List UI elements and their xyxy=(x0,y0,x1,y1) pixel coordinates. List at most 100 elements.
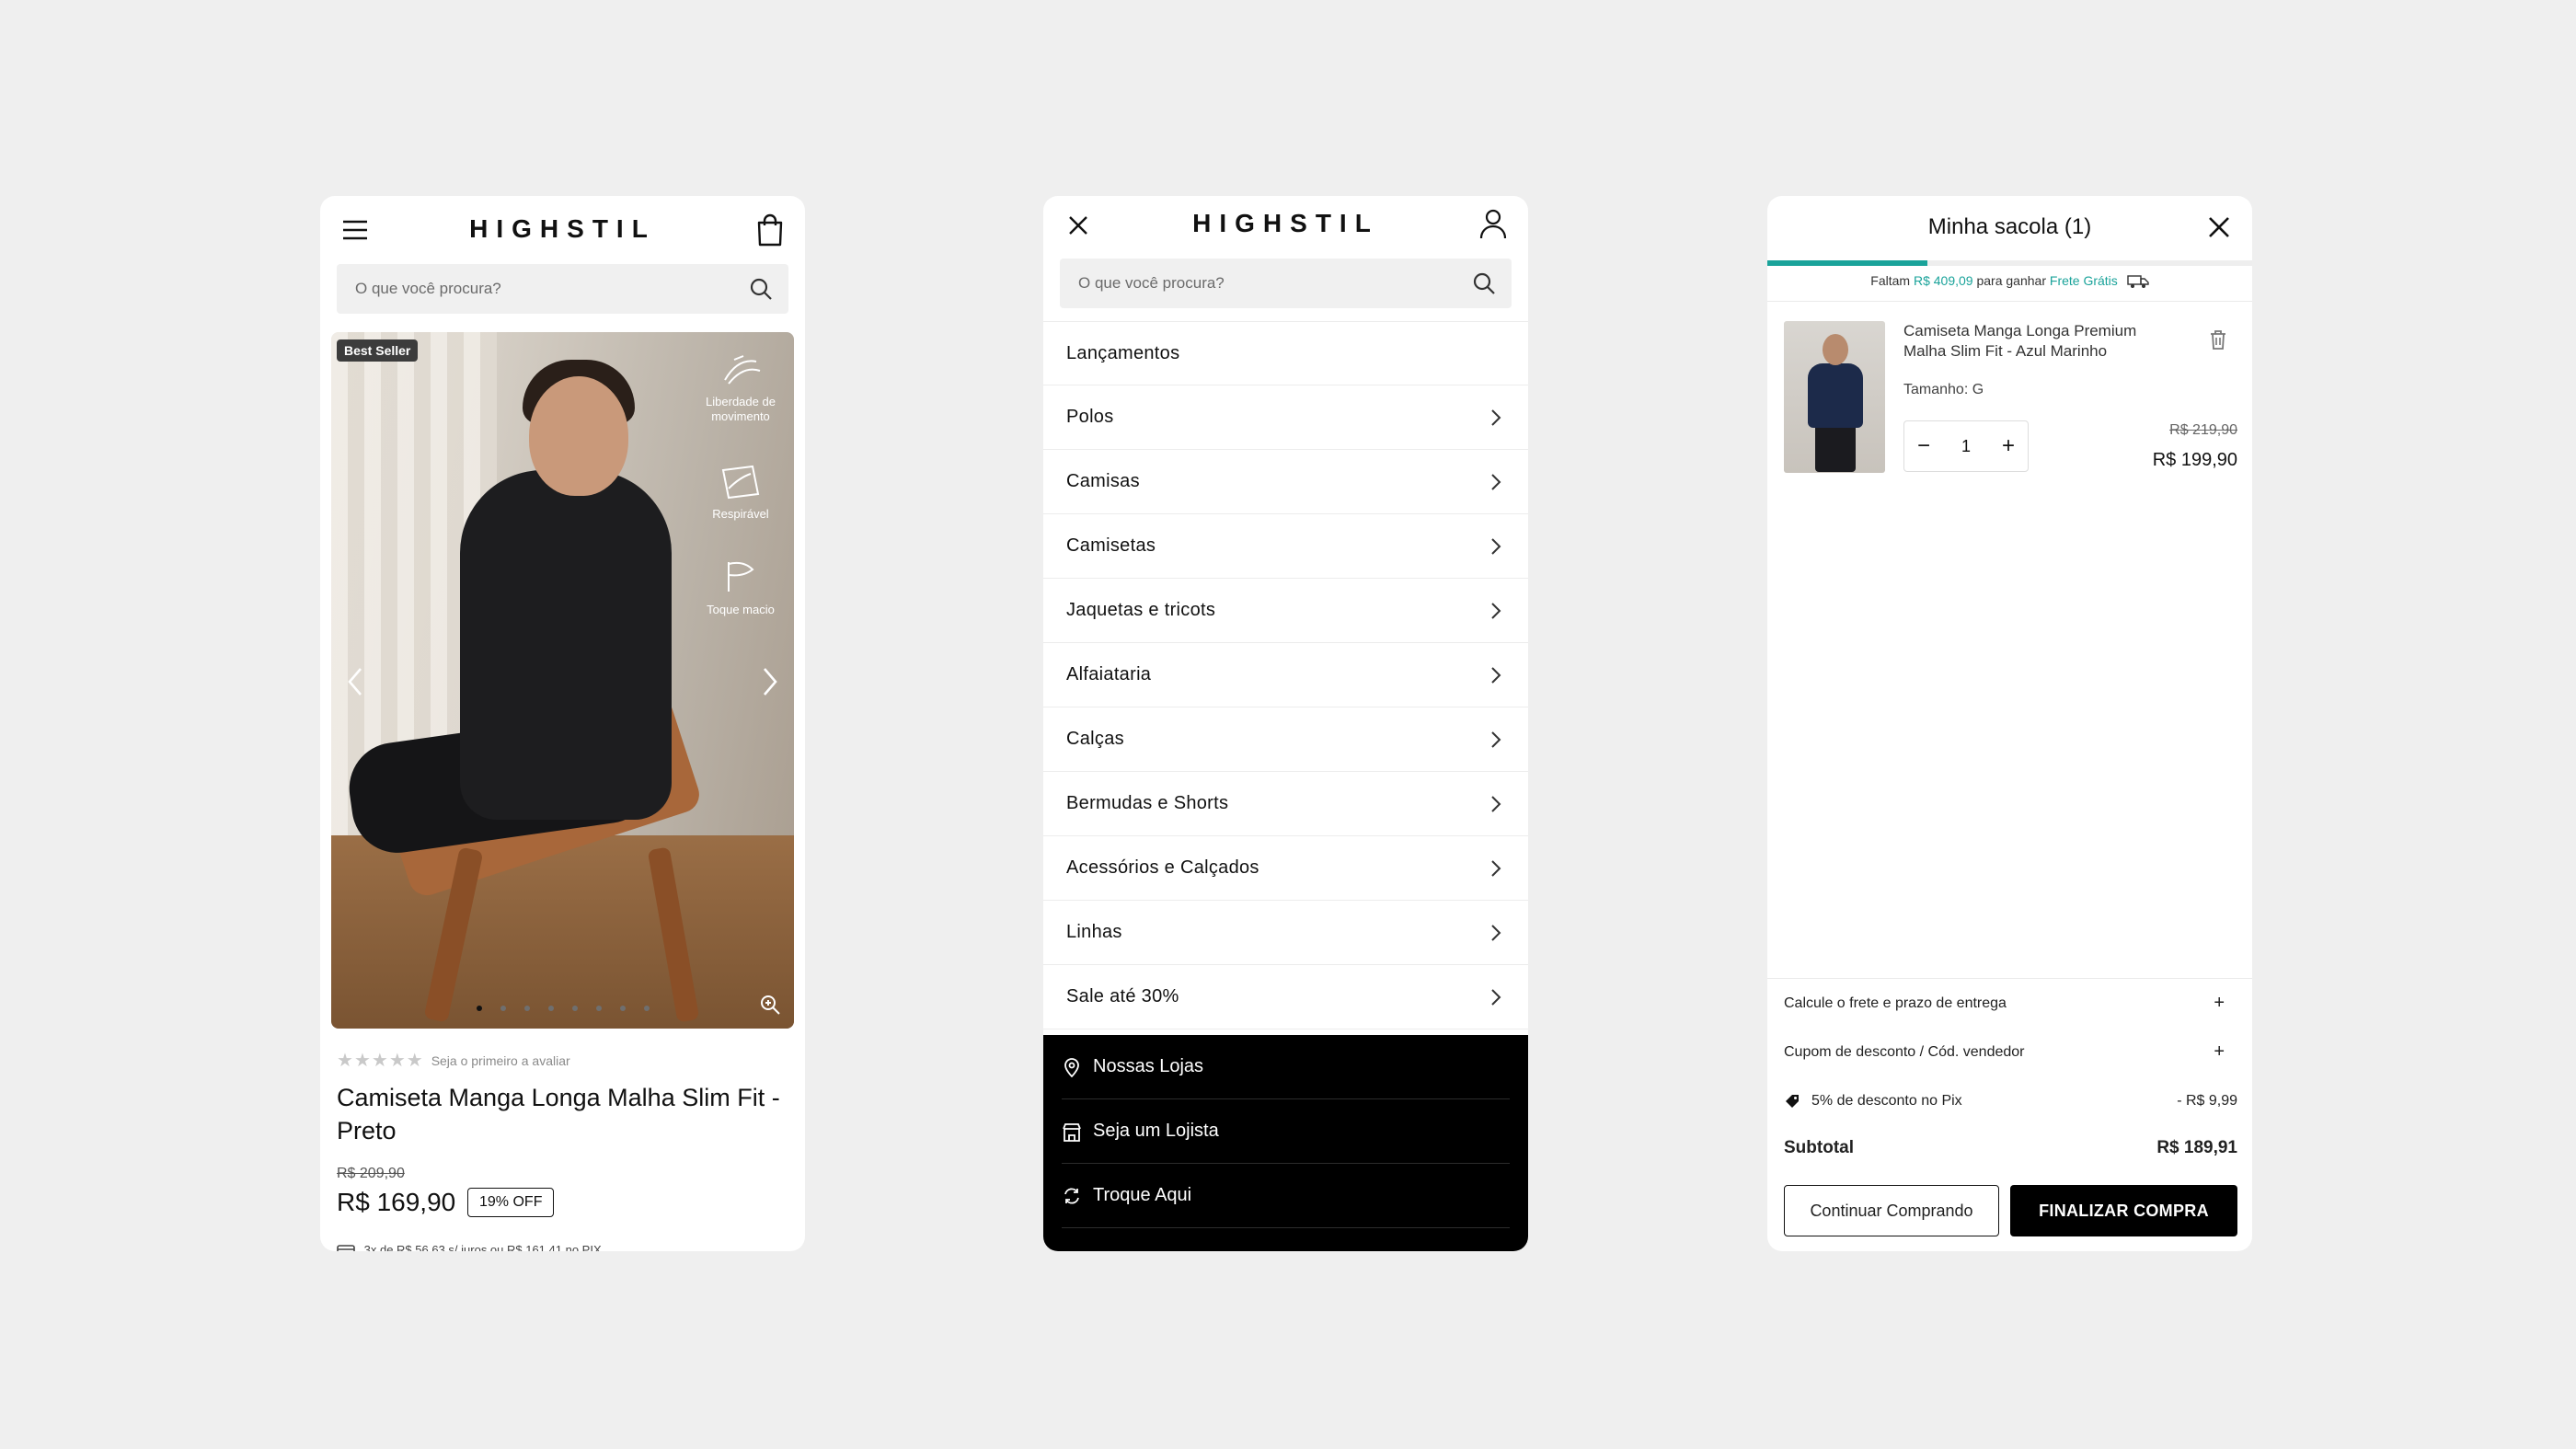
cart-screen: Minha sacola (1) Faltam R$ 409,09 para g… xyxy=(1767,196,2252,1251)
star-icon: ★ xyxy=(337,1051,353,1071)
search-input[interactable] xyxy=(1060,259,1512,308)
cart-item-thumbnail[interactable] xyxy=(1784,321,1885,473)
old-price: R$ 209,90 xyxy=(337,1166,405,1181)
menu-item[interactable]: Linhas xyxy=(1043,901,1528,965)
decrease-quantity-button[interactable]: − xyxy=(1917,433,1930,459)
brand-logo[interactable]: HIGHSTIL xyxy=(1043,209,1528,238)
close-icon[interactable] xyxy=(2204,213,2234,242)
cart-actions: Continuar Comprando FINALIZAR COMPRA xyxy=(1784,1185,2237,1236)
menu-screen: HIGHSTIL Lançamentos Polos Camisas Camiseta… xyxy=(1043,196,1528,1251)
menu-item[interactable]: Lançamentos xyxy=(1043,321,1528,385)
footer-menu-item[interactable]: Seja um Lojista xyxy=(1062,1099,1510,1164)
footer-menu-label: Seja um Lojista xyxy=(1093,1121,1219,1141)
menu-item[interactable]: Bermudas e Shorts xyxy=(1043,772,1528,836)
menu-item-label: Camisetas xyxy=(1066,535,1156,556)
brand-logo[interactable]: HIGHSTIL xyxy=(320,214,805,244)
menu-item-label: Linhas xyxy=(1066,922,1122,942)
exchange-icon xyxy=(1064,1188,1079,1203)
star-icon: ★ xyxy=(388,1051,406,1071)
feature-soft-touch: Toque macio xyxy=(695,557,787,617)
menu-item-label: Polos xyxy=(1066,407,1114,427)
star-icon: ★ xyxy=(371,1051,388,1071)
product-image-carousel[interactable]: Best Seller Liberdade de movimento Respi… xyxy=(331,332,794,1029)
best-seller-badge: Best Seller xyxy=(337,339,419,362)
expand-plus-icon[interactable]: + xyxy=(2214,1041,2225,1063)
footer-menu-item[interactable]: Nossas Lojas xyxy=(1062,1035,1510,1099)
footer-menu-label: Nossas Lojas xyxy=(1093,1056,1204,1076)
pix-discount-value: - R$ 9,99 xyxy=(2177,1092,2237,1109)
discount-badge: 19% OFF xyxy=(467,1188,555,1217)
subtotal-value: R$ 189,91 xyxy=(2156,1138,2237,1157)
user-account-icon[interactable] xyxy=(1478,207,1508,240)
search-icon[interactable] xyxy=(1471,270,1497,296)
chevron-right-icon xyxy=(1491,731,1501,748)
trash-icon[interactable] xyxy=(2208,328,2228,351)
menu-item[interactable]: Alfaiataria xyxy=(1043,643,1528,707)
coupon-label: Cupom de desconto / Cód. vendedor xyxy=(1784,1043,2025,1060)
zoom-icon[interactable] xyxy=(759,994,781,1016)
divider xyxy=(1767,301,2252,302)
search-icon[interactable] xyxy=(748,276,774,302)
feature-label: Liberdade de movimento xyxy=(706,395,776,423)
carousel-dot[interactable] xyxy=(523,1006,530,1011)
thumbnail-model-legs xyxy=(1815,424,1856,472)
product-photo-model-body xyxy=(460,470,672,820)
chevron-right-icon xyxy=(1491,667,1501,684)
menu-item[interactable]: Acessórios e Calçados xyxy=(1043,836,1528,901)
location-pin-icon xyxy=(1064,1057,1079,1077)
expand-plus-icon[interactable]: + xyxy=(2214,993,2225,1014)
breathable-icon xyxy=(721,465,760,500)
header: HIGHSTIL xyxy=(320,196,805,264)
menu-item[interactable]: Calças xyxy=(1043,707,1528,772)
star-icon: ★ xyxy=(406,1051,423,1071)
carousel-dot[interactable] xyxy=(595,1006,602,1011)
chevron-right-icon[interactable] xyxy=(757,663,783,700)
installments-text: 3x de R$ 56,63 s/ juros ou R$ 161,41 no … xyxy=(337,1243,602,1251)
shipping-calculator-row[interactable]: Calcule o frete e prazo de entrega + xyxy=(1784,979,2237,1028)
installments-label: 3x de R$ 56,63 s/ juros ou R$ 161,41 no … xyxy=(363,1243,602,1251)
menu-item-label: Sale até 30% xyxy=(1066,986,1179,1006)
coupon-row[interactable]: Cupom de desconto / Cód. vendedor + xyxy=(1784,1028,2237,1076)
current-price: R$ 169,90 xyxy=(337,1188,456,1216)
free-shipping-progress xyxy=(1767,260,2252,266)
search-input[interactable] xyxy=(337,264,788,314)
menu-item-label: Bermudas e Shorts xyxy=(1066,793,1229,813)
menu-item[interactable]: Polos xyxy=(1043,385,1528,450)
menu-item-label: Lançamentos xyxy=(1066,342,1180,363)
menu-item[interactable]: Jaquetas e tricots xyxy=(1043,579,1528,643)
chevron-right-icon xyxy=(1491,409,1501,426)
menu-item[interactable]: Camisetas xyxy=(1043,514,1528,579)
movement-icon xyxy=(724,355,761,385)
checkout-button[interactable]: FINALIZAR COMPRA xyxy=(2010,1185,2237,1236)
shopping-bag-icon[interactable] xyxy=(755,213,785,247)
menu-item-label: Camisas xyxy=(1066,471,1140,491)
quantity-stepper: − 1 + xyxy=(1903,420,2029,472)
rating[interactable]: ★ ★ ★ ★ ★ Seja o primeiro a avaliar xyxy=(337,1049,570,1072)
cart-title: Minha sacola (1) xyxy=(1927,214,2092,239)
carousel-dot[interactable] xyxy=(571,1006,578,1011)
carousel-dot[interactable] xyxy=(643,1006,650,1011)
footer-menu-item[interactable]: Troque Aqui xyxy=(1062,1164,1510,1228)
chevron-right-icon xyxy=(1491,603,1501,619)
product-photo-model-head xyxy=(529,376,628,496)
rating-text[interactable]: Seja o primeiro a avaliar xyxy=(431,1053,570,1068)
chevron-right-icon xyxy=(1491,474,1501,490)
increase-quantity-button[interactable]: + xyxy=(2002,433,2015,459)
free-shipping-message: Faltam R$ 409,09 para ganhar Frete Gráti… xyxy=(1767,273,2252,289)
search-bar xyxy=(337,264,788,314)
chevron-left-icon[interactable] xyxy=(342,663,368,700)
soft-touch-icon xyxy=(728,561,754,592)
menu-item[interactable]: Camisas xyxy=(1043,450,1528,514)
shipping-msg-prefix: Faltam xyxy=(1870,273,1911,288)
cart-item-name[interactable]: Camiseta Manga Longa Premium Malha Slim … xyxy=(1903,321,2179,362)
carousel-dot[interactable] xyxy=(476,1006,482,1011)
carousel-dot[interactable] xyxy=(500,1006,506,1011)
chevron-right-icon xyxy=(1491,538,1501,555)
carousel-dot[interactable] xyxy=(547,1006,554,1011)
carousel-dot[interactable] xyxy=(619,1006,626,1011)
menu-item-label: Acessórios e Calçados xyxy=(1066,857,1259,878)
menu-item[interactable]: Sale até 30% xyxy=(1043,965,1528,1029)
continue-shopping-button[interactable]: Continuar Comprando xyxy=(1784,1185,1999,1236)
truck-icon xyxy=(2126,275,2149,289)
menu-item-label: Alfaiataria xyxy=(1066,664,1152,684)
